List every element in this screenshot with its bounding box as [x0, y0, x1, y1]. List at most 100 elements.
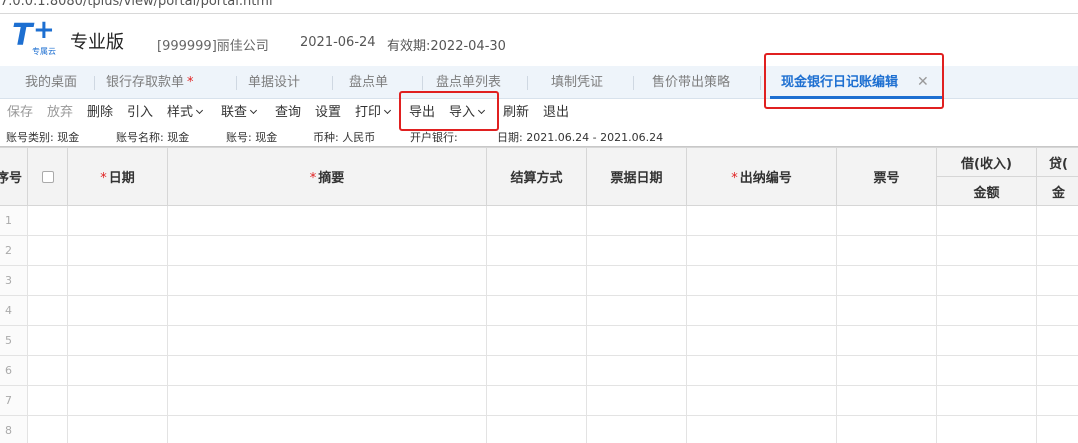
grid-cell[interactable]: [486, 325, 587, 356]
style-dropdown[interactable]: 样式: [167, 99, 204, 127]
grid-cell[interactable]: [836, 415, 937, 443]
grid-cell[interactable]: [486, 235, 587, 266]
grid-cell[interactable]: [486, 265, 587, 296]
grid-cell[interactable]: [27, 265, 68, 296]
import-dropdown[interactable]: 导入: [449, 99, 486, 127]
grid-cell[interactable]: [686, 385, 837, 416]
grid-cell[interactable]: [167, 235, 487, 266]
import-ref-button[interactable]: 引入: [127, 99, 153, 127]
select-all-checkbox[interactable]: [27, 147, 68, 206]
grid-cell[interactable]: [486, 385, 587, 416]
grid-cell[interactable]: [486, 205, 587, 236]
discard-button[interactable]: 放弃: [47, 99, 73, 127]
grid-cell[interactable]: [586, 415, 687, 443]
grid-cell[interactable]: [486, 295, 587, 326]
url-text[interactable]: 7.0.0.1:8080/tplus/view/portal/portal.ht…: [0, 0, 273, 9]
grid-cell[interactable]: [586, 295, 687, 326]
grid-cell[interactable]: [486, 355, 587, 386]
grid-cell[interactable]: [586, 205, 687, 236]
grid-cell[interactable]: [836, 205, 937, 236]
grid-cell[interactable]: [586, 355, 687, 386]
table-row[interactable]: 7: [0, 385, 1078, 416]
grid-cell[interactable]: [686, 355, 837, 386]
grid-cell[interactable]: [586, 325, 687, 356]
table-row[interactable]: 2: [0, 235, 1078, 266]
grid-cell[interactable]: [167, 385, 487, 416]
grid-cell[interactable]: [936, 235, 1037, 266]
grid-cell[interactable]: [27, 385, 68, 416]
table-row[interactable]: 5: [0, 325, 1078, 356]
grid-cell[interactable]: [936, 205, 1037, 236]
grid-cell[interactable]: [936, 295, 1037, 326]
grid-cell[interactable]: [27, 355, 68, 386]
company-name[interactable]: [999999]丽佳公司: [157, 35, 269, 54]
grid-cell[interactable]: [67, 385, 168, 416]
linked-query-dropdown[interactable]: 联查: [221, 99, 258, 127]
grid-cell[interactable]: [27, 415, 68, 443]
table-row[interactable]: 1: [0, 205, 1078, 236]
grid-cell[interactable]: [586, 265, 687, 296]
grid-cell[interactable]: [936, 415, 1037, 443]
grid-cell[interactable]: [1036, 235, 1078, 266]
exit-button[interactable]: 退出: [543, 99, 569, 127]
grid-cell[interactable]: [686, 415, 837, 443]
grid-cell[interactable]: [836, 385, 937, 416]
grid-cell[interactable]: [486, 415, 587, 443]
column-header-seq[interactable]: 序号: [0, 147, 28, 206]
tab-cash-bank-journal-edit[interactable]: 现金银行日记账编辑: [781, 66, 898, 99]
grid-cell[interactable]: [67, 325, 168, 356]
grid-cell[interactable]: [586, 235, 687, 266]
column-header-debit-amount[interactable]: 金额: [936, 176, 1037, 206]
grid-cell[interactable]: [67, 265, 168, 296]
grid-cell[interactable]: [1036, 265, 1078, 296]
grid-cell[interactable]: [67, 205, 168, 236]
print-dropdown[interactable]: 打印: [355, 99, 392, 127]
grid-cell[interactable]: [936, 355, 1037, 386]
grid-cell[interactable]: [936, 385, 1037, 416]
grid-cell[interactable]: [167, 265, 487, 296]
tab-create-voucher[interactable]: 填制凭证: [551, 66, 603, 99]
column-header-summary[interactable]: * 摘要: [167, 147, 487, 206]
tab-bank-deposit-withdrawal[interactable]: 银行存取款单 *: [106, 66, 194, 99]
save-button[interactable]: 保存: [7, 99, 33, 127]
grid-cell[interactable]: [167, 205, 487, 236]
grid-cell[interactable]: [1036, 415, 1078, 443]
grid-cell[interactable]: [686, 235, 837, 266]
table-row[interactable]: 3: [0, 265, 1078, 296]
column-header-ticket-no[interactable]: 票号: [836, 147, 937, 206]
grid-cell[interactable]: [167, 415, 487, 443]
table-row[interactable]: 8: [0, 415, 1078, 443]
export-button[interactable]: 导出: [409, 99, 435, 127]
grid-cell[interactable]: [1036, 295, 1078, 326]
grid-cell[interactable]: [836, 265, 937, 296]
grid-cell[interactable]: [1036, 385, 1078, 416]
column-header-bill-date[interactable]: 票据日期: [586, 147, 687, 206]
grid-cell[interactable]: [1036, 205, 1078, 236]
query-button[interactable]: 查询: [275, 99, 301, 127]
column-header-date[interactable]: * 日期: [67, 147, 168, 206]
grid-cell[interactable]: [67, 295, 168, 326]
grid-cell[interactable]: [686, 205, 837, 236]
grid-cell[interactable]: [936, 265, 1037, 296]
grid-cell[interactable]: [167, 355, 487, 386]
grid-cell[interactable]: [586, 385, 687, 416]
grid-cell[interactable]: [1036, 325, 1078, 356]
column-header-cashier-no[interactable]: * 出纳编号: [686, 147, 837, 206]
checkbox-icon[interactable]: [41, 170, 54, 183]
grid-cell[interactable]: [836, 235, 937, 266]
grid-cell[interactable]: [686, 295, 837, 326]
column-header-settlement[interactable]: 结算方式: [486, 147, 587, 206]
tab-stocktake[interactable]: 盘点单: [349, 66, 388, 99]
grid-cell[interactable]: [836, 355, 937, 386]
tab-document-design[interactable]: 单据设计: [248, 66, 300, 99]
column-header-debit[interactable]: 借(收入): [936, 147, 1037, 177]
grid-cell[interactable]: [167, 325, 487, 356]
grid-cell[interactable]: [167, 295, 487, 326]
grid-cell[interactable]: [27, 235, 68, 266]
grid-cell[interactable]: [27, 295, 68, 326]
grid-cell[interactable]: [67, 355, 168, 386]
tab-stocktake-list[interactable]: 盘点单列表: [436, 66, 501, 99]
grid-cell[interactable]: [67, 235, 168, 266]
browser-url-bar[interactable]: 7.0.0.1:8080/tplus/view/portal/portal.ht…: [0, 0, 1078, 14]
refresh-button[interactable]: 刷新: [503, 99, 529, 127]
